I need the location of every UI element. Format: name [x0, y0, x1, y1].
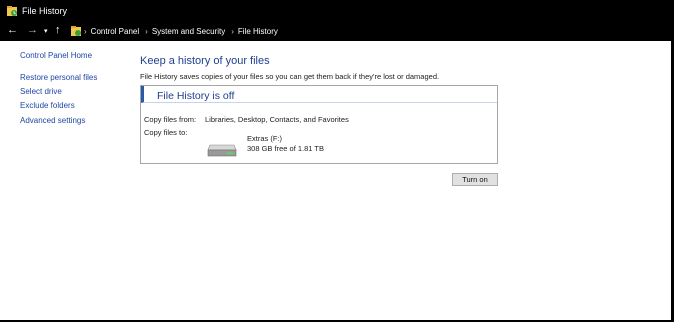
breadcrumb-separator: › — [145, 27, 148, 36]
breadcrumb: › Control Panel › System and Security › … — [84, 27, 284, 36]
page-title: Keep a history of your files — [140, 55, 270, 67]
title-bar: File History — [0, 0, 674, 21]
window-title: File History — [22, 6, 68, 16]
hard-drive-icon — [207, 144, 237, 157]
file-history-icon — [7, 6, 17, 16]
breadcrumb-control-panel[interactable]: Control Panel — [91, 27, 139, 36]
file-history-icon — [71, 26, 81, 36]
copy-to-label: Copy files to: — [144, 128, 188, 137]
breadcrumb-separator: › — [84, 27, 87, 36]
breadcrumb-file-history[interactable]: File History — [238, 27, 278, 36]
copy-from-value: Libraries, Desktop, Contacts, and Favori… — [205, 115, 349, 124]
turn-on-button[interactable]: Turn on — [452, 173, 498, 186]
up-arrow-icon[interactable]: ↑ — [55, 24, 61, 36]
drive-name: Extras (F:) — [247, 134, 282, 143]
sidebar-item-advanced-settings[interactable]: Advanced settings — [20, 116, 85, 125]
status-title: File History is off — [157, 90, 235, 102]
sidebar-item-exclude-folders[interactable]: Exclude folders — [20, 101, 75, 110]
sidebar-item-restore-personal-files[interactable]: Restore personal files — [20, 73, 97, 82]
recent-locations-icon[interactable]: ▾ — [44, 26, 48, 38]
drive-space: 308 GB free of 1.81 TB — [247, 144, 324, 153]
back-arrow-icon[interactable]: ← — [7, 24, 18, 36]
forward-arrow-icon[interactable]: → — [27, 24, 38, 36]
address-bar: ← → ▾ ↑ › Control Panel › System and Sec… — [0, 21, 674, 41]
sidebar-item-control-panel-home[interactable]: Control Panel Home — [20, 51, 92, 60]
breadcrumb-system-and-security[interactable]: System and Security — [152, 27, 225, 36]
sidebar-item-select-drive[interactable]: Select drive — [20, 87, 62, 96]
breadcrumb-separator: › — [231, 27, 234, 36]
copy-from-label: Copy files from: — [144, 115, 197, 124]
page-description: File History saves copies of your files … — [140, 72, 440, 81]
